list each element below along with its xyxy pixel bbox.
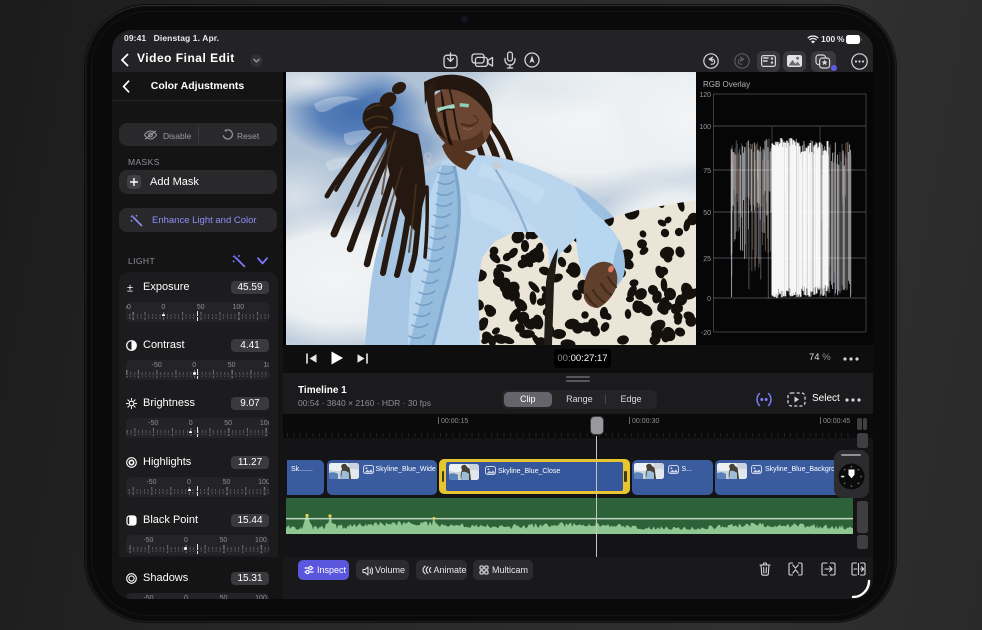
svg-text:RGB Overlay: RGB Overlay	[703, 80, 750, 89]
svg-text:0: 0	[707, 296, 711, 303]
svg-text:100: 100	[699, 124, 711, 131]
svg-text:75: 75	[703, 168, 711, 175]
svg-text:-20: -20	[701, 330, 711, 337]
svg-text:50: 50	[703, 210, 711, 217]
svg-text:±: ±	[127, 282, 133, 293]
svg-text:25: 25	[703, 256, 711, 263]
svg-text:120: 120	[699, 92, 711, 99]
